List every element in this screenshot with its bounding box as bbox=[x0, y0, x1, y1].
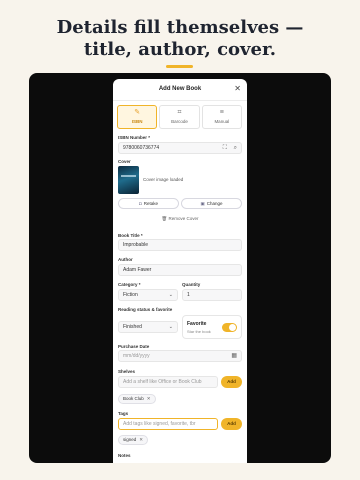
reading-status-label: Reading status & favorite bbox=[118, 307, 173, 312]
headline-underline bbox=[166, 65, 193, 68]
mode-isbn-button[interactable]: ✎ ISBN bbox=[117, 105, 158, 129]
close-icon[interactable]: ✕ bbox=[234, 84, 241, 94]
tag-placeholder: Add tags like signed, favorite, tbr bbox=[123, 421, 196, 427]
author-label: Author bbox=[118, 257, 133, 262]
modal-title: Add New Book bbox=[158, 86, 202, 92]
quantity-label: Quantity bbox=[182, 282, 201, 287]
purchase-date-input[interactable]: mm/dd/yyyy ▦ bbox=[118, 350, 242, 362]
quantity-value: 1 bbox=[187, 292, 190, 298]
search-icon[interactable]: ⌕ bbox=[234, 143, 237, 153]
cover-label: Cover bbox=[118, 159, 131, 164]
headline-line-1: Details fill themselves — bbox=[56, 17, 304, 38]
retake-label: Retake bbox=[143, 201, 158, 206]
mode-manual-label: Manual bbox=[214, 119, 230, 124]
shelf-placeholder: Add a shelf like Office or Book Club bbox=[123, 379, 202, 385]
book-title-value: Improbable bbox=[123, 242, 149, 248]
quantity-input[interactable]: 1 bbox=[182, 289, 242, 301]
tag-input[interactable]: Add tags like signed, favorite, tbr bbox=[118, 418, 218, 430]
headline-line-2: title, author, cover. bbox=[83, 39, 277, 60]
device-frame: Add New Book ✕ ✎ ISBN ⌗ Barcode ≡ Manual… bbox=[29, 73, 331, 463]
book-title-input[interactable]: Improbable bbox=[118, 239, 242, 251]
barcode-icon: ⌗ bbox=[177, 109, 182, 116]
reading-status-value: Finished bbox=[123, 324, 142, 330]
modal-header: Add New Book ✕ bbox=[113, 79, 247, 101]
cover-image bbox=[118, 166, 139, 194]
scan-icon[interactable]: ⛶ bbox=[223, 143, 227, 153]
change-button[interactable]: ▣ Change bbox=[181, 198, 242, 209]
reading-status-select[interactable]: Finished ⌄ bbox=[118, 321, 178, 333]
mode-isbn-label: ISBN bbox=[131, 119, 143, 124]
mode-manual-button[interactable]: ≡ Manual bbox=[201, 105, 242, 129]
remove-chip-icon[interactable]: ✕ bbox=[139, 437, 143, 442]
retake-button[interactable]: ◘ Retake bbox=[118, 198, 179, 209]
cover-status: Cover image loaded bbox=[143, 177, 184, 182]
category-select[interactable]: Fiction ⌄ bbox=[118, 289, 178, 301]
remove-cover-button[interactable]: 🗑 Remove Cover bbox=[113, 216, 247, 222]
shelf-chip-label: Book Club bbox=[123, 396, 144, 401]
calendar-icon[interactable]: ▦ bbox=[231, 351, 237, 361]
purchase-date-placeholder: mm/dd/yyyy bbox=[123, 353, 150, 359]
remove-chip-icon[interactable]: ✕ bbox=[147, 396, 151, 401]
isbn-icon: ✎ bbox=[134, 109, 141, 116]
isbn-input[interactable]: 9780060736774 ⛶ ⌕ bbox=[118, 142, 242, 154]
camera-icon: ◘ bbox=[139, 201, 142, 206]
mode-barcode-button[interactable]: ⌗ Barcode bbox=[159, 105, 200, 129]
purchase-date-label: Purchase Date bbox=[118, 344, 150, 349]
favorite-subtitle: Star the book bbox=[187, 329, 211, 334]
mode-barcode-label: Barcode bbox=[171, 119, 188, 124]
category-label: Category * bbox=[118, 282, 141, 287]
headline: Details fill themselves — title, author,… bbox=[0, 17, 360, 61]
add-shelf-button[interactable]: Add bbox=[221, 376, 242, 388]
tag-chip: signed ✕ bbox=[118, 435, 149, 445]
add-book-modal: Add New Book ✕ ✎ ISBN ⌗ Barcode ≡ Manual… bbox=[113, 79, 247, 463]
manual-icon: ≡ bbox=[219, 109, 224, 116]
tags-label: Tags bbox=[118, 411, 129, 416]
tag-chip-label: signed bbox=[123, 437, 137, 442]
chevron-down-icon: ⌄ bbox=[168, 292, 173, 298]
chevron-down-icon: ⌄ bbox=[168, 324, 173, 330]
shelf-input[interactable]: Add a shelf like Office or Book Club bbox=[118, 376, 218, 388]
isbn-label: ISBN Number * bbox=[118, 135, 151, 140]
notes-label: Notes bbox=[118, 453, 131, 458]
input-mode-selector: ✎ ISBN ⌗ Barcode ≡ Manual bbox=[117, 105, 242, 129]
image-icon: ▣ bbox=[200, 201, 205, 206]
remove-cover-label: Remove Cover bbox=[168, 216, 199, 221]
favorite-toggle[interactable] bbox=[222, 323, 237, 332]
isbn-value: 9780060736774 bbox=[123, 145, 160, 151]
author-input[interactable]: Adam Fawer bbox=[118, 264, 242, 276]
trash-icon: 🗑 bbox=[161, 216, 168, 221]
favorite-toggle-card: Favorite Star the book bbox=[182, 315, 242, 339]
author-value: Adam Fawer bbox=[123, 267, 152, 273]
shelves-label: Shelves bbox=[118, 369, 136, 374]
favorite-title: Favorite bbox=[187, 321, 207, 327]
shelf-chip: Book Club ✕ bbox=[118, 394, 156, 404]
add-tag-button[interactable]: Add bbox=[221, 418, 242, 430]
category-value: Fiction bbox=[123, 292, 138, 298]
change-label: Change bbox=[206, 201, 223, 206]
book-title-label: Book Title * bbox=[118, 233, 143, 238]
